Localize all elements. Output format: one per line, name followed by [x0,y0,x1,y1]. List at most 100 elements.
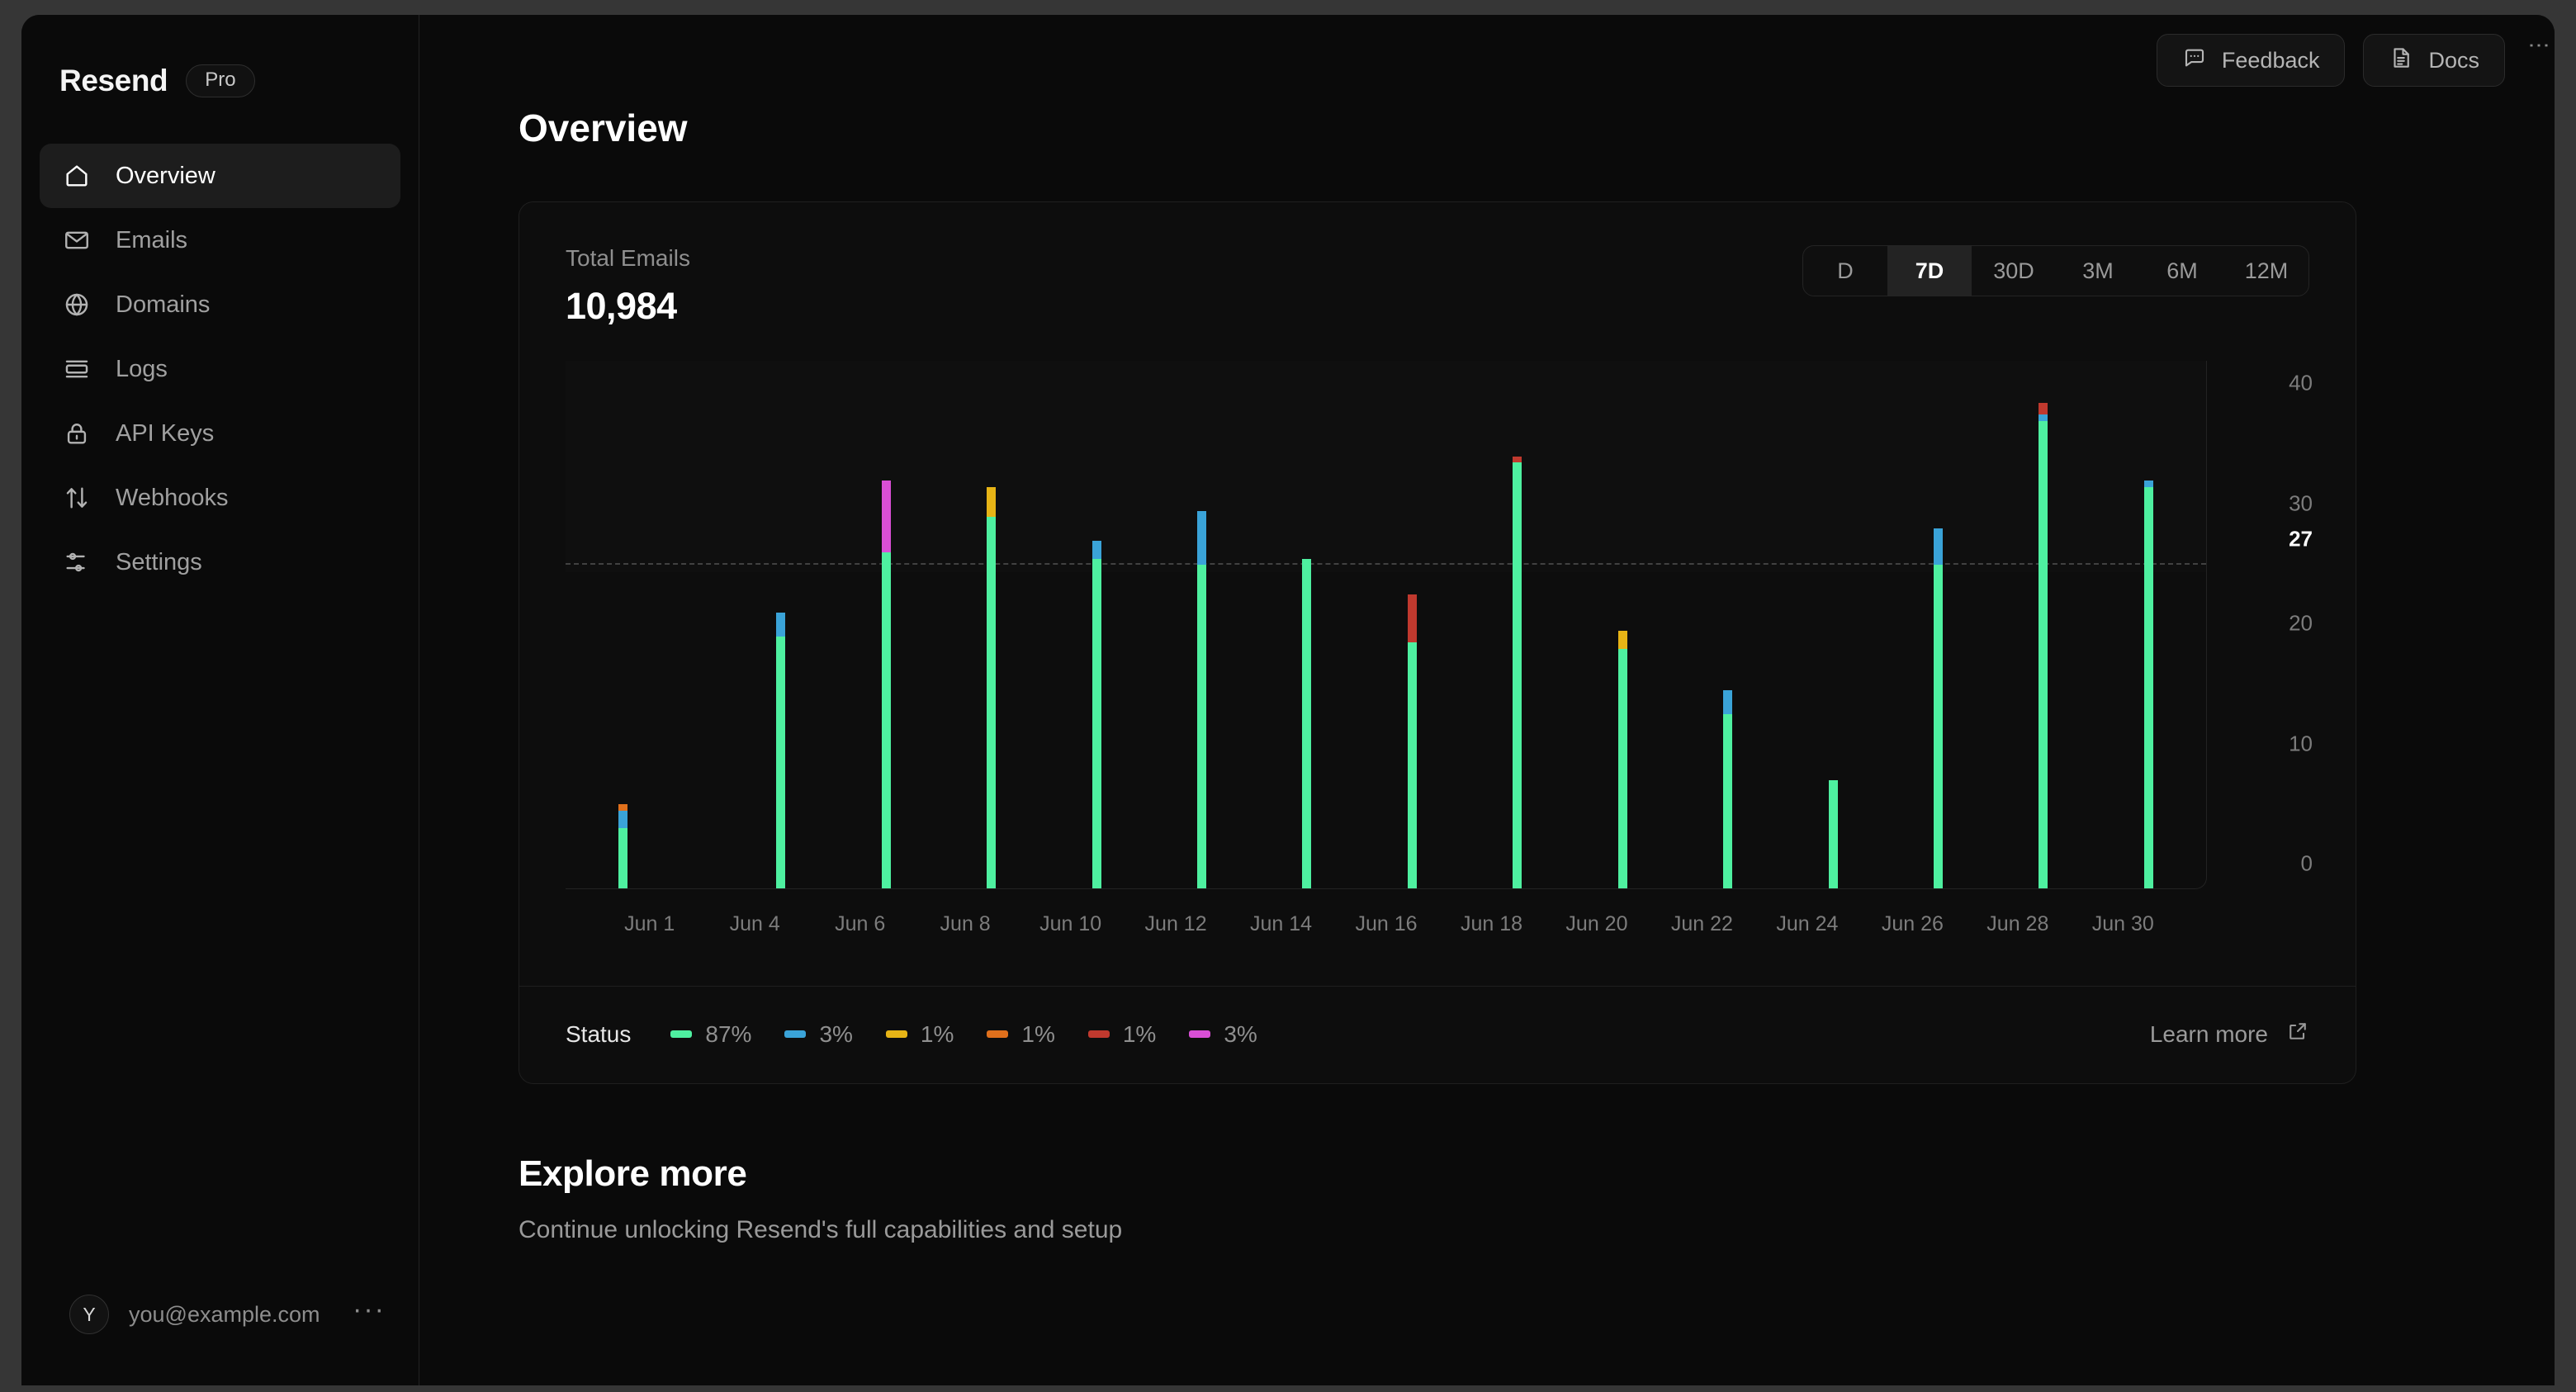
bar-slot[interactable] [1544,361,1597,888]
legend-item[interactable]: 87% [670,1021,751,1048]
bar-slot[interactable] [1281,361,1333,888]
bar-slot[interactable] [1333,361,1386,888]
bar-slot[interactable] [860,361,913,888]
legend-item[interactable]: 1% [885,1021,954,1048]
bar-slot[interactable] [2070,361,2123,888]
sidebar-item-webhooks[interactable]: Webhooks [40,466,400,530]
bar-slot[interactable] [1070,361,1123,888]
bar-slot[interactable] [1176,361,1229,888]
y-axis-tick: 30 [2289,490,2313,516]
bar-segment-delivered [987,516,997,888]
range-selector[interactable]: D 7D 30D 3M 6M 12M [1802,245,2309,296]
bar-slot[interactable] [2122,361,2175,888]
docs-button[interactable]: Docs [2363,34,2505,87]
sidebar-item-label: API Keys [116,419,215,447]
bar-slot[interactable] [1807,361,1859,888]
logs-icon [61,353,92,385]
bar-jun-13[interactable] [1250,361,1259,888]
bar-slot[interactable] [1964,361,2017,888]
sidebar-item-emails[interactable]: Emails [40,208,400,272]
bar-jun-6[interactable] [881,361,891,888]
legend-item[interactable]: 1% [987,1021,1055,1048]
legend-item[interactable]: 3% [1189,1021,1257,1048]
bar-chart[interactable] [566,361,2207,889]
bar-slot[interactable] [1386,361,1439,888]
bar-jun-8[interactable] [987,361,997,888]
bar-jun-4[interactable] [776,361,786,888]
learn-more-link[interactable]: Learn more [2150,1020,2309,1049]
bar-segment-opened [1933,528,1943,565]
scrollbar-indicator[interactable]: ⋮ [2527,35,2552,57]
bar-jun-10[interactable] [1091,361,1101,888]
bar-slot[interactable] [1491,361,1544,888]
bar-jun-20[interactable] [1617,361,1627,888]
y-axis-tick: 20 [2289,610,2313,636]
bar-slot[interactable] [755,361,807,888]
bar-jun-17[interactable] [1461,361,1470,888]
sidebar-item-logs[interactable]: Logs [40,337,400,401]
range-button-12m[interactable]: 12M [2224,246,2308,296]
sidebar-item-domains[interactable]: Domains [40,272,400,337]
range-button-d[interactable]: D [1803,246,1887,296]
bar-jun-26[interactable] [1933,361,1943,888]
bar-slot[interactable] [597,361,650,888]
bar-slot[interactable] [1438,361,1491,888]
bar-jun-22[interactable] [1723,361,1733,888]
x-axis: Jun 1 Jun 4 Jun 6 Jun 8 Jun 10 Jun 12 Jun 14 Ju… [566,889,2207,936]
bar-jun-2[interactable] [671,361,680,888]
bar-jun-24[interactable] [1828,361,1838,888]
legend-swatch [670,1030,693,1038]
bar-jun-7[interactable] [935,361,944,888]
y-axis: 0 10 20 27 30 40 [2253,361,2356,889]
bar-jun-21[interactable] [1670,361,1679,888]
bar-slot[interactable] [2017,361,2070,888]
sidebar-item-api-keys[interactable]: API Keys [40,401,400,466]
bar-jun-18[interactable] [1513,361,1522,888]
bar-slot[interactable] [912,361,965,888]
bar-slot[interactable] [1912,361,1965,888]
bar-segment-delivered [2039,420,2048,888]
x-axis-tick: Jun 6 [835,912,886,935]
bar-slot[interactable] [1649,361,1702,888]
sidebar-item-settings[interactable]: Settings [40,530,400,594]
bar-jun-12[interactable] [1197,361,1207,888]
bar-jun-27[interactable] [1986,361,1996,888]
bar-slot[interactable] [1228,361,1281,888]
bar-slot[interactable] [965,361,1018,888]
bar-jun-16[interactable] [1407,361,1417,888]
legend-item[interactable]: 3% [784,1021,853,1048]
bar-jun-30[interactable] [2143,361,2153,888]
range-button-6m[interactable]: 6M [2140,246,2224,296]
bar-slot[interactable] [1702,361,1754,888]
bar-jun-23[interactable] [1776,361,1785,888]
bar-jun-11[interactable] [1144,361,1153,888]
bar-jun-15[interactable] [1355,361,1364,888]
home-icon [61,160,92,192]
feedback-button[interactable]: Feedback [2156,34,2346,87]
bar-segment-delivered [1513,462,1522,888]
bar-jun-9[interactable] [1039,361,1049,888]
bar-jun-14[interactable] [1302,361,1312,888]
bar-slot[interactable] [1123,361,1176,888]
legend-item[interactable]: 1% [1087,1021,1156,1048]
bar-jun-5[interactable] [829,361,838,888]
bar-slot[interactable] [650,361,703,888]
bar-jun-25[interactable] [1881,361,1890,888]
bar-jun-28[interactable] [2039,361,2048,888]
docs-label: Docs [2428,47,2479,73]
sidebar-item-overview[interactable]: Overview [40,144,400,208]
bar-jun-3[interactable] [724,361,733,888]
range-button-3m[interactable]: 3M [2056,246,2140,296]
bar-slot[interactable] [702,361,755,888]
bar-slot[interactable] [1018,361,1071,888]
bar-jun-19[interactable] [1565,361,1574,888]
range-button-7d[interactable]: 7D [1887,246,1972,296]
range-button-30d[interactable]: 30D [1972,246,2056,296]
bar-jun-1[interactable] [618,361,628,888]
bar-jun-29[interactable] [2091,361,2100,888]
bar-slot[interactable] [1596,361,1649,888]
bar-slot[interactable] [807,361,860,888]
bar-slot[interactable] [1754,361,1807,888]
user-menu-button[interactable]: ··· [353,1295,386,1324]
bar-slot[interactable] [1859,361,1912,888]
